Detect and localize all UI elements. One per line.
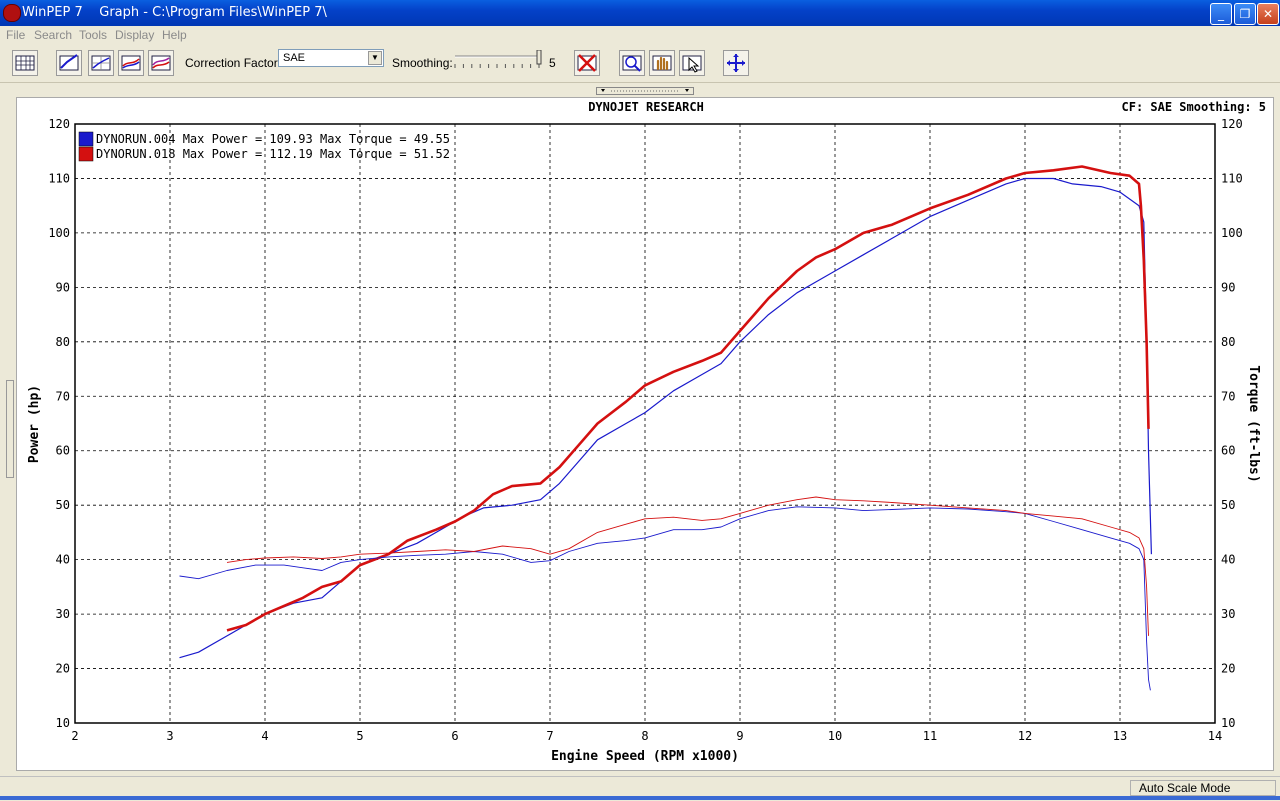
x-tick-label: 3 bbox=[166, 729, 173, 743]
y-tick-label: 20 bbox=[56, 662, 70, 676]
y-tick-label: 50 bbox=[56, 498, 70, 512]
y-tick-label: 110 bbox=[48, 171, 70, 185]
plot-area bbox=[74, 123, 1216, 724]
x-axis-label: Engine Speed (RPM x1000) bbox=[551, 749, 739, 764]
x-tick-label: 9 bbox=[736, 729, 743, 743]
y2-tick-label: 90 bbox=[1221, 280, 1235, 294]
status-mode: Auto Scale Mode bbox=[1130, 780, 1276, 796]
x-tick-label: 14 bbox=[1208, 729, 1222, 743]
y2-tick-label: 80 bbox=[1221, 335, 1235, 349]
y-axis-label: Power (hp) bbox=[27, 385, 42, 463]
legend-swatch bbox=[78, 146, 94, 162]
x-tick-label: 12 bbox=[1018, 729, 1032, 743]
y2-tick-label: 40 bbox=[1221, 553, 1235, 567]
x-tick-label: 5 bbox=[356, 729, 363, 743]
y2-tick-label: 30 bbox=[1221, 607, 1235, 621]
x-tick-label: 4 bbox=[261, 729, 268, 743]
y-tick-label: 60 bbox=[56, 444, 70, 458]
y2-axis-label: Torque (ft-lbs) bbox=[1246, 365, 1261, 482]
y-tick-label: 80 bbox=[56, 335, 70, 349]
y-tick-label: 30 bbox=[56, 607, 70, 621]
x-tick-label: 6 bbox=[451, 729, 458, 743]
y2-tick-label: 50 bbox=[1221, 498, 1235, 512]
y2-tick-label: 120 bbox=[1221, 117, 1243, 131]
dyno-chart: DYNOJET RESEARCH CF: SAE Smoothing: 5 2 3… bbox=[27, 100, 1267, 764]
legend-entry: DYNORUN.018 Max Power = 112.19 Max Torqu… bbox=[96, 147, 450, 161]
y2-tick-label: 10 bbox=[1221, 716, 1235, 730]
x-tick-label: 2 bbox=[71, 729, 78, 743]
y-tick-label: 90 bbox=[56, 280, 70, 294]
x-tick-label: 10 bbox=[828, 729, 842, 743]
y-tick-label: 10 bbox=[56, 716, 70, 730]
y-tick-label: 120 bbox=[48, 117, 70, 131]
x-tick-label: 13 bbox=[1113, 729, 1127, 743]
legend-swatch bbox=[78, 131, 94, 147]
taskbar-edge bbox=[0, 796, 1280, 800]
y2-tick-label: 60 bbox=[1221, 444, 1235, 458]
chart-title: DYNOJET RESEARCH bbox=[588, 100, 704, 114]
y2-tick-label: 20 bbox=[1221, 662, 1235, 676]
legend-entry: DYNORUN.004 Max Power = 109.93 Max Torqu… bbox=[96, 132, 450, 146]
x-tick-label: 8 bbox=[641, 729, 648, 743]
y2-tick-label: 70 bbox=[1221, 389, 1235, 403]
x-tick-label: 7 bbox=[546, 729, 553, 743]
x-tick-label: 11 bbox=[923, 729, 937, 743]
y2-tick-label: 110 bbox=[1221, 171, 1243, 185]
y-tick-label: 70 bbox=[56, 389, 70, 403]
y2-tick-label: 100 bbox=[1221, 226, 1243, 240]
chart-info: CF: SAE Smoothing: 5 bbox=[1122, 100, 1267, 114]
y-tick-label: 100 bbox=[48, 226, 70, 240]
y-tick-label: 40 bbox=[56, 553, 70, 567]
